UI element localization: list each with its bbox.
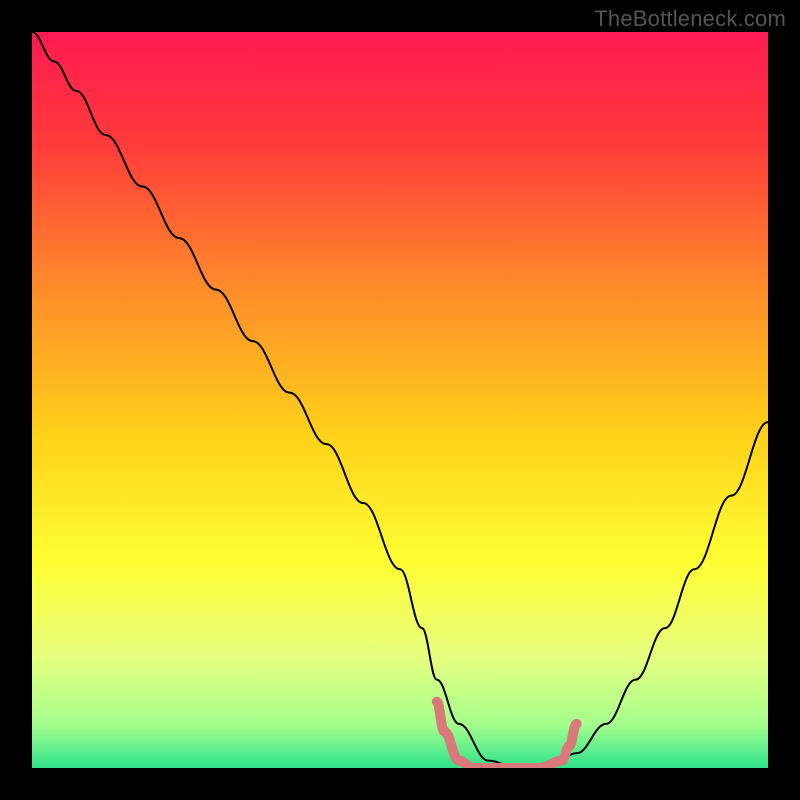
chart-background — [32, 32, 768, 768]
watermark-text: TheBottleneck.com — [594, 6, 786, 32]
bottleneck-chart — [32, 32, 768, 768]
